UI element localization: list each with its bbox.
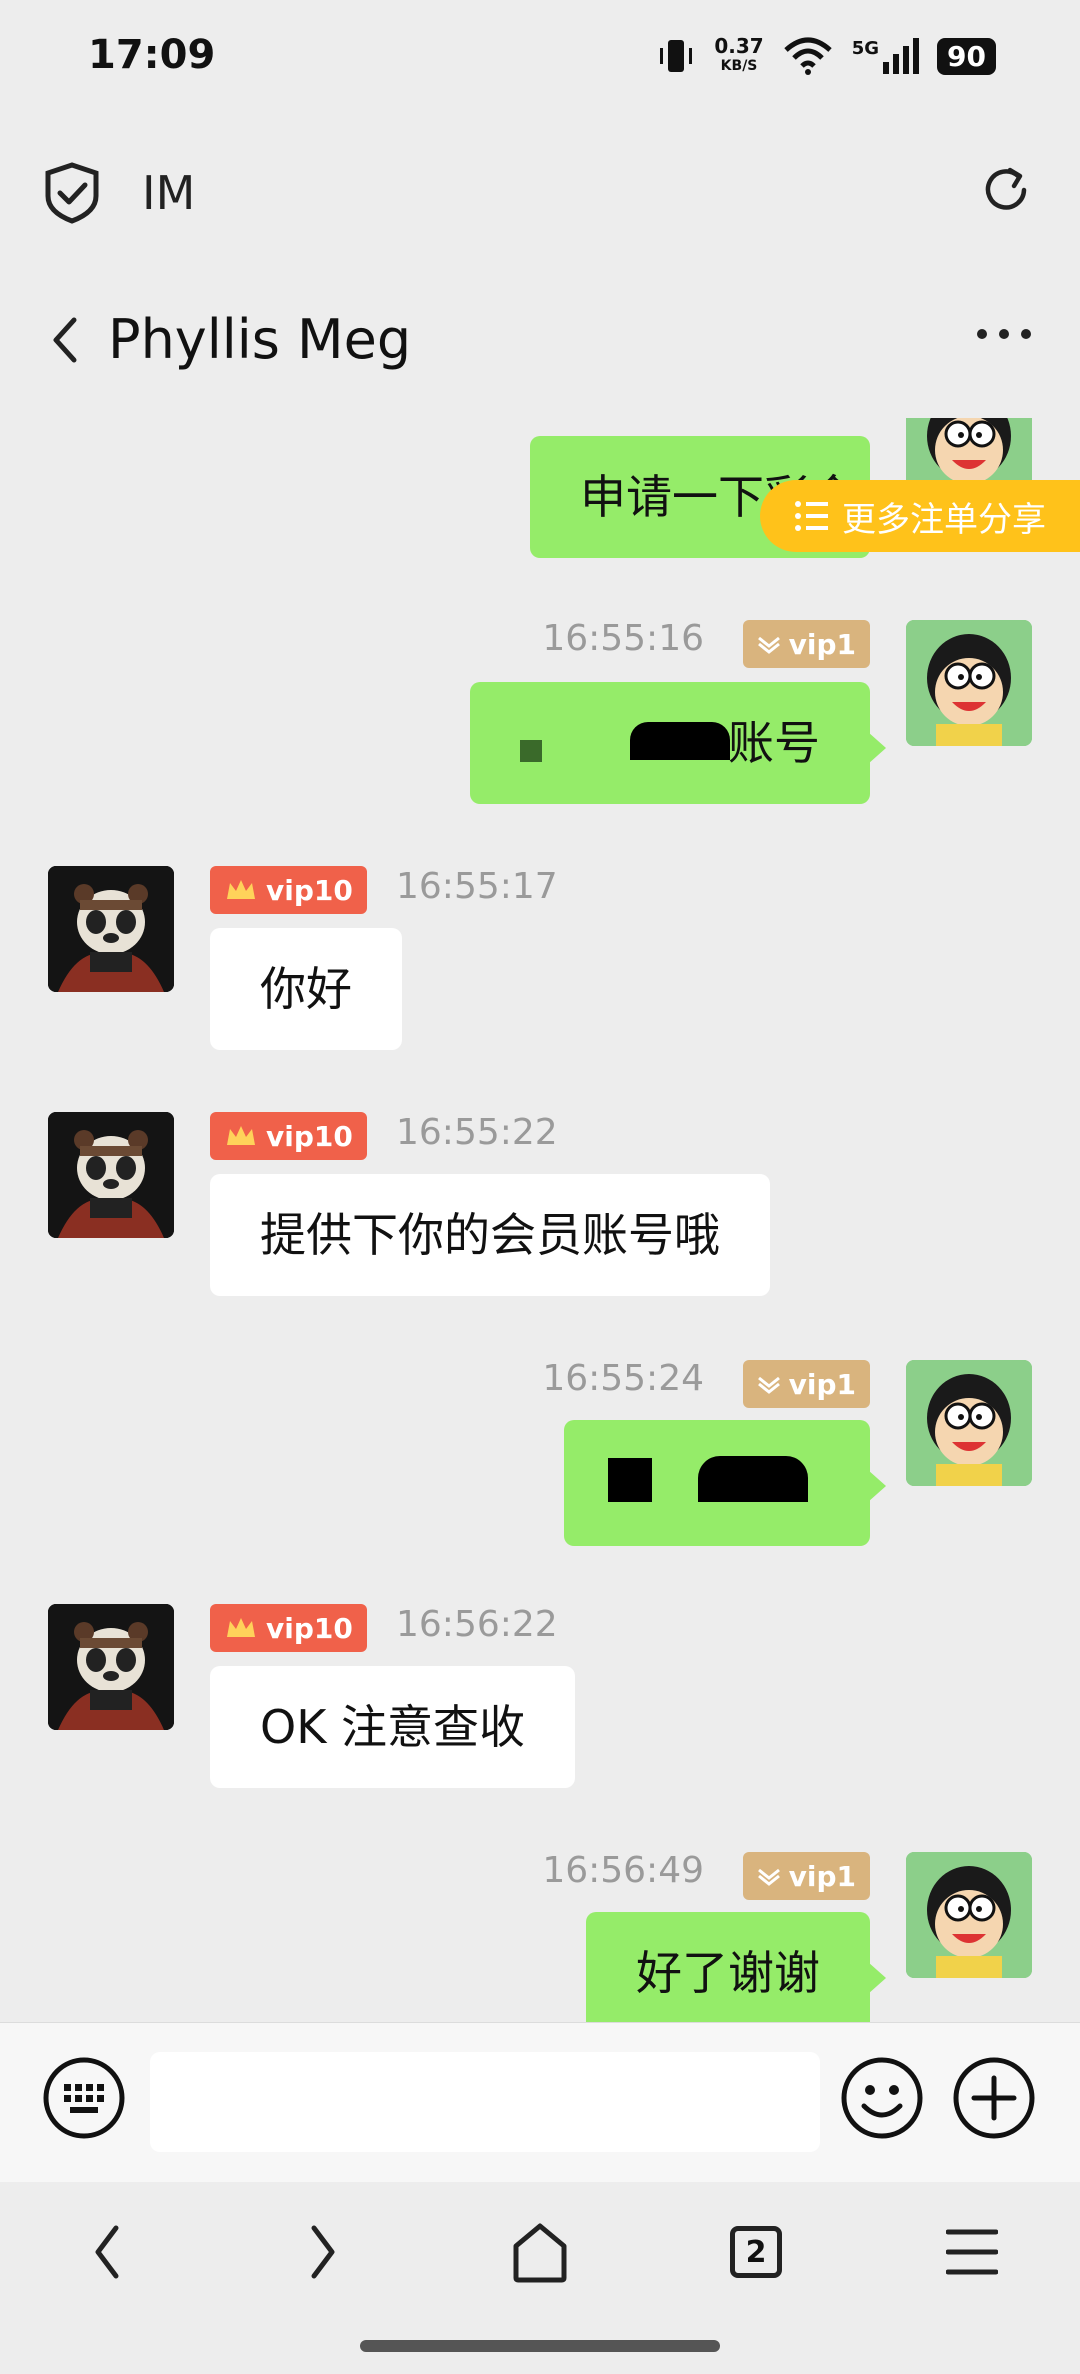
contact-avatar[interactable] [48,866,174,992]
message-time: 16:55:17 [396,866,558,907]
self-avatar[interactable] [906,1852,1032,1978]
message-time: 16:55:22 [396,1112,558,1153]
message-text: 好了谢谢 [636,1946,820,2000]
chevron-left-icon[interactable] [44,312,84,368]
vip-badge: vip1 [742,1852,870,1900]
vip-badge-label: vip1 [788,1367,856,1401]
redacted-block [630,722,730,760]
self-avatar[interactable] [906,1360,1032,1486]
home-indicator[interactable] [360,2340,720,2352]
vip-badge-label: vip10 [266,1119,353,1153]
net-speed-unit: KB/S [720,58,758,74]
crown-icon [227,1618,255,1637]
message-bubble[interactable]: 你好 [210,928,402,1050]
self-avatar[interactable] [906,620,1032,746]
avatar-image [906,1360,1032,1486]
status-icons: 0.37 KB/S 5G 90 [656,36,996,76]
vip-badge: vip10 [210,866,367,914]
avatar-image [48,1112,174,1238]
crown-icon [227,1126,255,1145]
redacted-block [608,1458,652,1502]
vip-badge-label: vip1 [788,1859,856,1893]
nav-menu-icon[interactable] [946,2226,998,2278]
message-text: OK 注意查收 [260,1700,525,1754]
cellular-signal: 5G [851,38,920,74]
redacted-block [698,1456,808,1502]
message-bubble[interactable]: 好了谢谢 [586,1912,886,2022]
message-text: 账号 [728,716,820,770]
vibrate-icon [660,40,693,72]
signal-bars-icon [883,38,920,74]
crown-icon [227,880,255,899]
message-text: 你好 [260,962,352,1016]
plus-icon[interactable] [952,2056,1036,2140]
net-speed: 0.37 KB/S [714,36,763,76]
avatar-image [906,620,1032,746]
wifi-icon [784,37,832,75]
vip-badge: vip10 [210,1604,367,1652]
shield-check-icon[interactable] [44,162,100,224]
message-bubble[interactable] [564,1420,886,1546]
nav-forward-icon[interactable] [304,2222,344,2282]
keyboard-icon[interactable] [42,2056,126,2140]
vip-badge-label: vip10 [266,873,353,907]
share-button-label: 更多注单分享 [842,499,1046,540]
message-input[interactable] [150,2052,820,2152]
contact-avatar[interactable] [48,1604,174,1730]
message-list[interactable]: 申请一下彩金 16:55:16 vip1 账号 vip10 16:55:17 你… [0,418,1080,2022]
message-time: 16:56:22 [396,1604,558,1645]
nav-back-icon[interactable] [86,2222,126,2282]
message-time: 16:55:24 [542,1358,704,1399]
message-bubble[interactable]: 账号 [470,682,886,804]
net-speed-value: 0.37 [714,34,764,58]
vip-badge-label: vip10 [266,1611,353,1645]
vip-badge-label: vip1 [788,627,856,661]
message-time: 16:55:16 [542,618,704,659]
nav-tabs-button[interactable]: 2 [730,2226,782,2278]
vip-badge: vip10 [210,1112,367,1160]
redacted-block [520,740,542,762]
battery-indicator: 90 [937,37,996,75]
tabs-count: 2 [745,2234,767,2270]
message-bubble[interactable]: OK 注意查收 [210,1666,575,1788]
vip-badge: vip1 [742,620,870,668]
vip-chevron-icon [757,636,780,654]
emoji-icon[interactable] [840,2056,924,2140]
top-bar-title: IM [142,166,196,220]
vip-badge: vip1 [742,1360,870,1408]
avatar-image [48,866,174,992]
contact-avatar[interactable] [48,1112,174,1238]
vip-chevron-icon [757,1376,780,1394]
avatar-image [48,1604,174,1730]
list-icon [795,501,828,531]
message-bubble[interactable]: 提供下你的会员账号哦 [210,1174,770,1296]
message-time: 16:56:49 [542,1850,704,1891]
chat-title: Phyllis Meg [108,308,412,371]
avatar-image [906,1852,1032,1978]
more-bets-share-button[interactable]: 更多注单分享 [760,480,1080,552]
refresh-icon[interactable] [978,162,1034,218]
status-time: 17:09 [88,32,216,78]
nav-home-icon[interactable] [510,2222,570,2284]
network-type: 5G [851,38,880,59]
vip-chevron-icon [757,1868,780,1886]
more-horizontal-icon[interactable] [976,326,1032,342]
message-text: 提供下你的会员账号哦 [260,1208,720,1262]
